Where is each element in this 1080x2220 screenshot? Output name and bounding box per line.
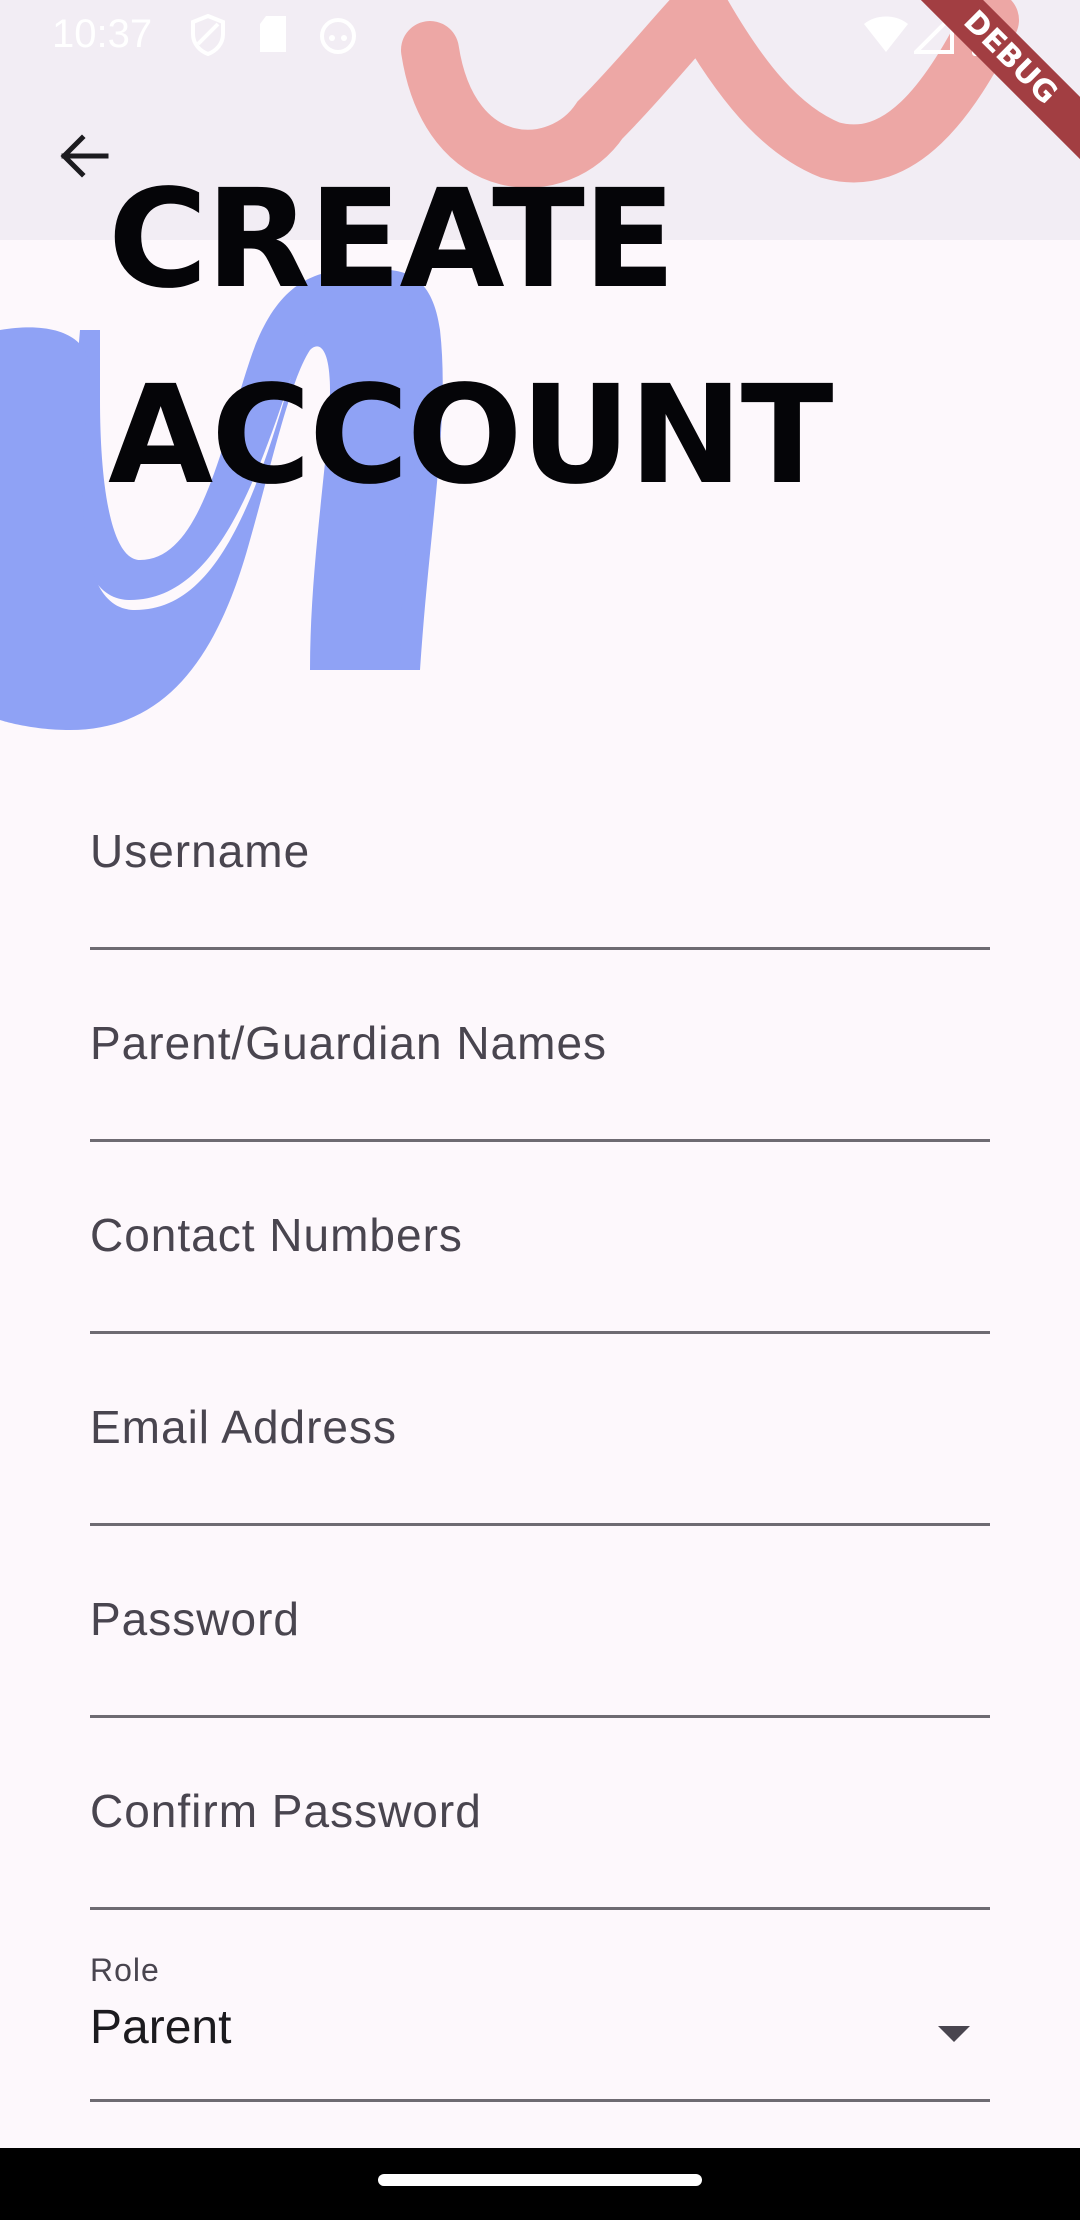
sd-card-icon — [260, 16, 286, 52]
confirm-password-field[interactable]: Confirm Password — [90, 1718, 990, 1910]
home-gesture-handle[interactable] — [378, 2174, 702, 2186]
page-title: CREATE ACCOUNT — [108, 142, 834, 534]
contact-numbers-field[interactable]: Contact Numbers — [90, 1142, 990, 1334]
contact-numbers-label: Contact Numbers — [90, 1209, 463, 1261]
parent-guardian-names-field[interactable]: Parent/Guardian Names — [90, 950, 990, 1142]
dropdown-arrow-icon — [938, 2026, 970, 2042]
status-bar: 10:37 — [0, 0, 1080, 72]
wifi-icon — [864, 16, 908, 52]
role-dropdown[interactable]: Role Parent — [90, 1910, 990, 2102]
email-address-label: Email Address — [90, 1401, 398, 1453]
password-field[interactable]: Password — [90, 1526, 990, 1718]
status-time: 10:37 — [52, 12, 153, 56]
system-navigation-bar — [0, 2148, 1080, 2220]
page-title-line-1: CREATE — [108, 161, 676, 319]
email-address-field[interactable]: Email Address — [90, 1334, 990, 1526]
arrow-back-icon — [60, 134, 109, 178]
confirm-password-label: Confirm Password — [90, 1785, 482, 1837]
android-face-icon — [320, 18, 356, 54]
username-field[interactable]: Username — [90, 758, 990, 950]
page-title-line-2: ACCOUNT — [108, 357, 834, 515]
password-label: Password — [90, 1593, 300, 1645]
role-label: Role — [90, 1952, 160, 1988]
username-label: Username — [90, 825, 311, 877]
parent-guardian-names-label: Parent/Guardian Names — [90, 1017, 608, 1069]
shield-icon — [191, 14, 225, 56]
role-value: Parent — [90, 2001, 232, 2054]
